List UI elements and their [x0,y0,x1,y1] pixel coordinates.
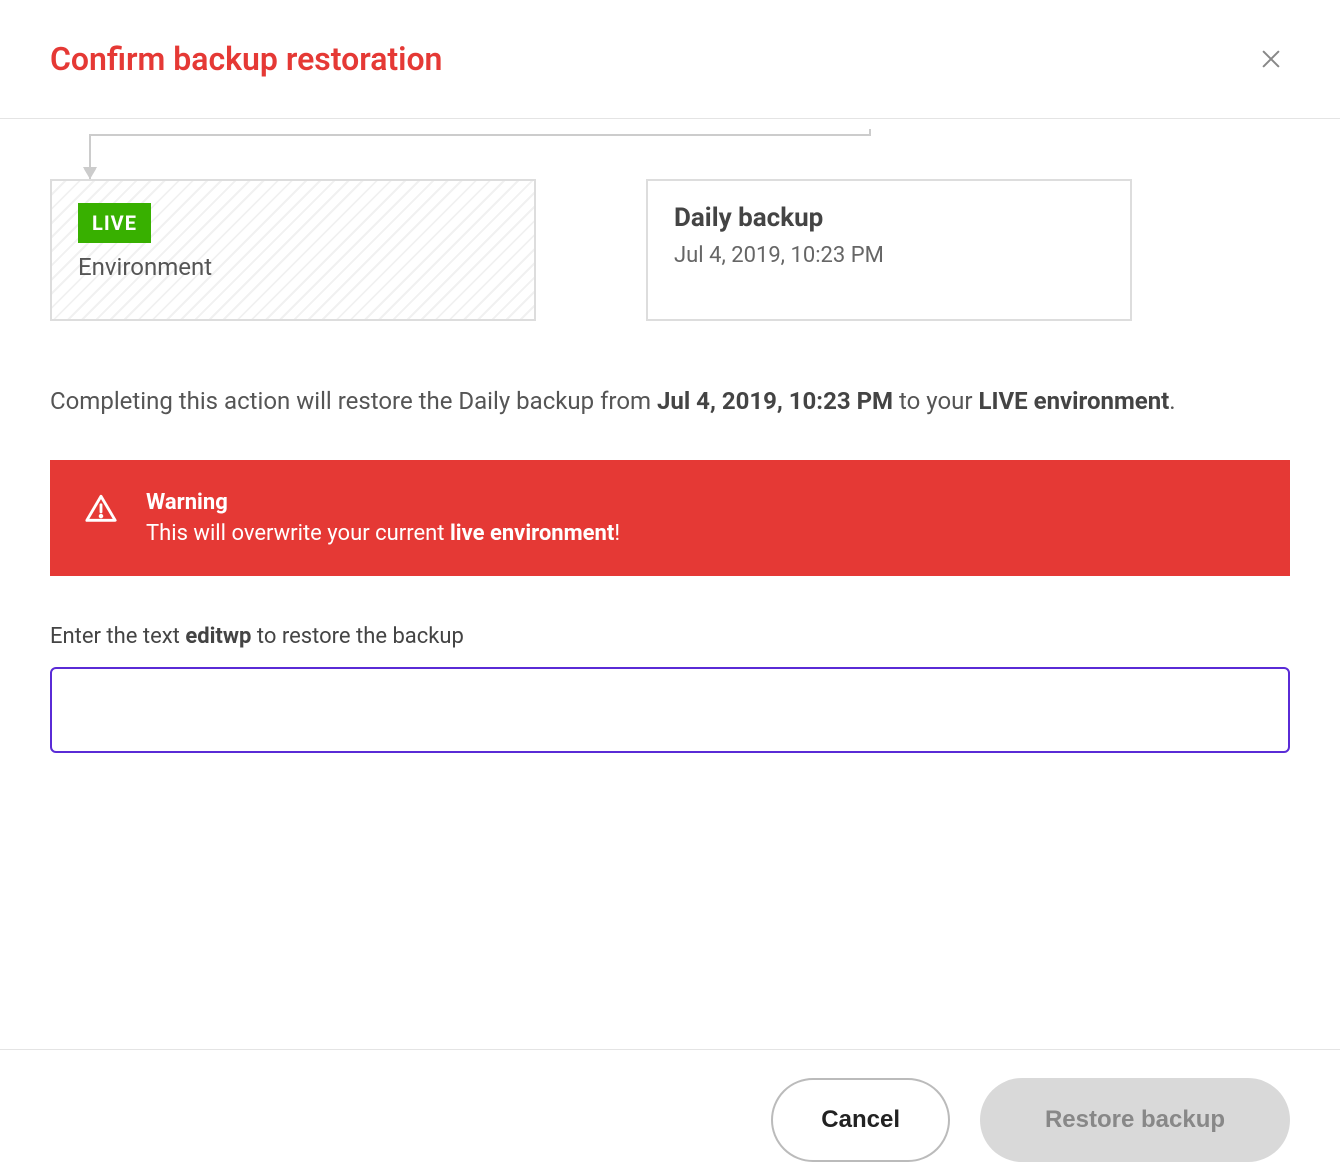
restore-description: Completing this action will restore the … [50,383,1290,420]
warning-triangle-icon [84,492,118,530]
warning-content: Warning This will overwrite your current… [146,490,1256,546]
dialog-body: LIVE Environment Daily backup Jul 4, 201… [0,119,1340,1049]
source-backup-card: Daily backup Jul 4, 2019, 10:23 PM [646,179,1132,321]
confirm-label: Enter the text editwp to restore the bac… [50,624,1290,649]
environment-label: Environment [78,253,508,281]
dialog-footer: Cancel Restore backup [0,1049,1340,1162]
warning-text-suffix: ! [614,521,620,546]
cancel-button[interactable]: Cancel [771,1078,950,1162]
warning-text-prefix: This will overwrite your current [146,521,450,546]
cards-row: LIVE Environment Daily backup Jul 4, 201… [50,179,1290,321]
confirm-label-bold: editwp [185,624,251,649]
backup-date: Jul 4, 2019, 10:23 PM [674,243,1104,268]
target-environment-card: LIVE Environment [50,179,536,321]
confirm-backup-restoration-dialog: Confirm backup restoration [0,0,1340,1162]
dialog-title: Confirm backup restoration [50,40,442,78]
restore-backup-button[interactable]: Restore backup [980,1078,1290,1162]
backup-title: Daily backup [674,203,1104,233]
warning-text-bold: live environment [450,521,614,546]
confirm-label-prefix: Enter the text [50,624,185,649]
confirm-input[interactable] [50,667,1290,753]
flow-connector-arrow [80,129,880,179]
description-target: LIVE environment [978,387,1169,415]
flow-diagram: LIVE Environment Daily backup Jul 4, 201… [50,179,1290,321]
description-middle: to your [893,387,978,415]
description-suffix: . [1169,387,1175,415]
flow-connector-line-icon [80,129,880,179]
confirm-label-suffix: to restore the backup [251,624,464,649]
close-button[interactable] [1252,40,1290,78]
warning-box: Warning This will overwrite your current… [50,460,1290,576]
dialog-header: Confirm backup restoration [0,0,1340,119]
live-badge: LIVE [78,203,151,243]
warning-heading: Warning [146,490,1256,515]
warning-text: This will overwrite your current live en… [146,521,1256,546]
description-prefix: Completing this action will restore the … [50,387,657,415]
description-date: Jul 4, 2019, 10:23 PM [657,387,893,415]
